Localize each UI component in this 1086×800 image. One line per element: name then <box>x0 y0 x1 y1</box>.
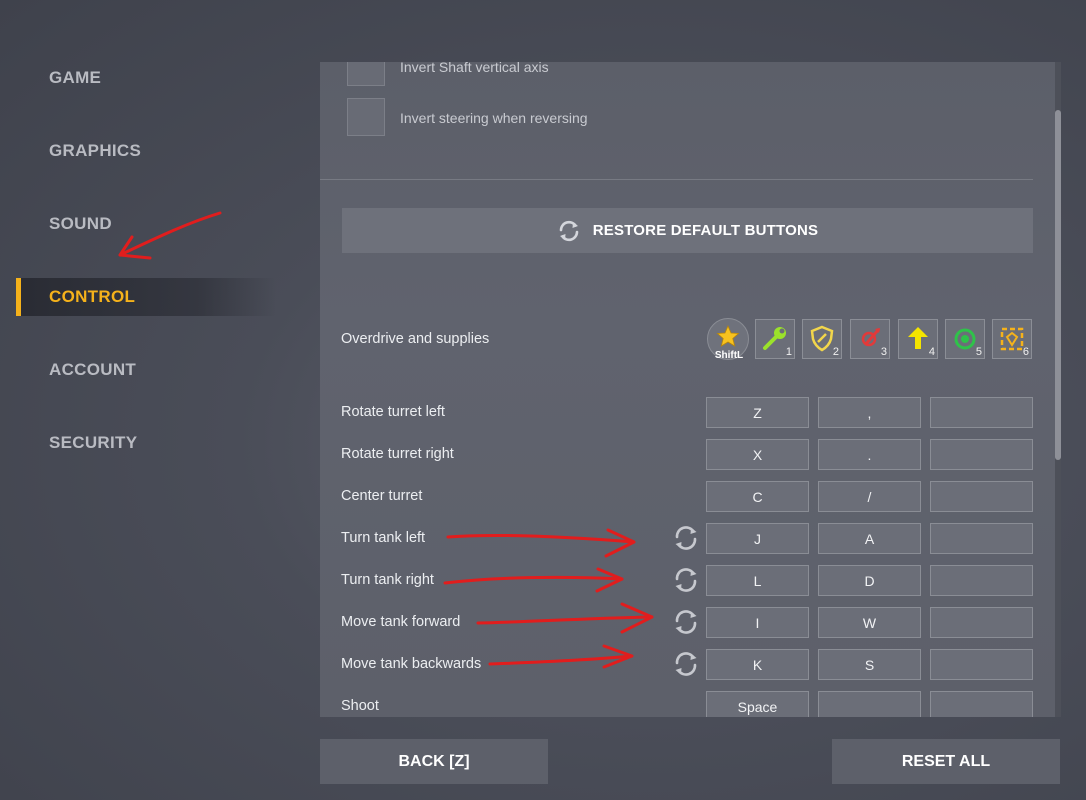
supply-key-1: 1 <box>785 346 792 358</box>
binding-label-rotate-turret-right: Rotate turret right <box>341 446 454 462</box>
key-slot-secondary[interactable]: W <box>818 607 921 638</box>
invert-steering-checkbox[interactable] <box>347 98 385 136</box>
speed-arrow-icon <box>908 327 928 349</box>
damage-icon <box>861 328 881 347</box>
key-slot-primary[interactable]: X <box>706 439 809 470</box>
restore-default-buttons-label: RESTORE DEFAULT BUTTONS <box>592 222 819 239</box>
key-slot-secondary[interactable]: A <box>818 523 921 554</box>
supply-key-4: 4 <box>928 346 935 358</box>
supply-slot-5[interactable]: 5 <box>945 319 985 359</box>
supply-slot-4[interactable]: 4 <box>898 319 938 359</box>
supply-key-3: 3 <box>880 346 887 358</box>
binding-label-move-tank-backwards: Move tank backwards <box>341 656 482 672</box>
key-slot-primary[interactable]: J <box>706 523 809 554</box>
key-slot-secondary[interactable] <box>818 691 921 717</box>
restore-default-buttons-button[interactable]: RESTORE DEFAULT BUTTONS <box>342 208 1033 253</box>
shield-icon <box>810 325 834 352</box>
sidebar-item-sound[interactable]: SOUND <box>16 205 276 243</box>
key-slot-secondary[interactable]: . <box>818 439 921 470</box>
sidebar-item-label: ACCOUNT <box>49 360 137 379</box>
binding-label-shoot: Shoot <box>341 698 379 714</box>
supply-key-5: 5 <box>975 346 982 358</box>
reset-all-button[interactable]: RESET ALL <box>832 739 1060 784</box>
key-slot-tertiary[interactable] <box>930 439 1033 470</box>
supply-slot-3[interactable]: 3 <box>850 319 890 359</box>
key-slot-primary[interactable]: C <box>706 481 809 512</box>
key-slot-tertiary[interactable] <box>930 565 1033 596</box>
sidebar-item-label: SECURITY <box>49 433 138 452</box>
binding-label-move-tank-forward: Move tank forward <box>341 614 461 630</box>
key-slot-tertiary[interactable] <box>930 649 1033 680</box>
overdrive-key-slot[interactable]: ShiftL <box>707 318 749 361</box>
sidebar-item-control[interactable]: CONTROL <box>16 278 276 316</box>
binding-label-turn-tank-left: Turn tank left <box>341 530 426 546</box>
key-slot-tertiary[interactable] <box>930 481 1033 512</box>
supplies-label: Overdrive and supplies <box>341 331 490 347</box>
control-settings-panel: Invert Shaft vertical axis Invert steeri… <box>320 62 1061 717</box>
reset-binding-icon[interactable] <box>672 566 700 594</box>
binding-label-turn-tank-right: Turn tank right <box>341 572 434 588</box>
reset-binding-icon[interactable] <box>672 524 700 552</box>
invert-steering-label: Invert steering when reversing <box>400 110 588 126</box>
key-slot-primary[interactable]: I <box>706 607 809 638</box>
section-divider <box>320 179 1033 180</box>
settings-sidebar: GAME GRAPHICS SOUND CONTROL ACCOUNT SECU… <box>0 0 300 800</box>
key-slot-tertiary[interactable] <box>930 523 1033 554</box>
key-slot-primary[interactable]: Z <box>706 397 809 428</box>
supply-key-2: 2 <box>832 346 839 358</box>
back-button-label: BACK [Z] <box>398 752 470 770</box>
sidebar-item-label: GRAPHICS <box>49 141 142 160</box>
back-button[interactable]: BACK [Z] <box>320 739 548 784</box>
reset-binding-icon[interactable] <box>672 608 700 636</box>
invert-shaft-checkbox[interactable] <box>347 62 385 86</box>
scrollbar-thumb[interactable] <box>1055 110 1061 460</box>
reset-binding-icon[interactable] <box>672 650 700 678</box>
overdrive-key-label: ShiftL <box>714 350 744 361</box>
supply-slot-2[interactable]: 2 <box>802 319 842 359</box>
sidebar-item-label: GAME <box>49 68 102 87</box>
supply-key-6: 6 <box>1022 346 1029 358</box>
key-slot-primary[interactable]: L <box>706 565 809 596</box>
sidebar-item-game[interactable]: GAME <box>16 59 276 97</box>
refresh-icon <box>557 219 581 243</box>
reset-all-button-label: RESET ALL <box>901 752 991 770</box>
sidebar-item-security[interactable]: SECURITY <box>16 424 276 462</box>
supply-slot-1[interactable]: 1 <box>755 319 795 359</box>
binding-label-rotate-turret-left: Rotate turret left <box>341 404 445 420</box>
key-slot-secondary[interactable]: / <box>818 481 921 512</box>
key-slot-primary[interactable]: K <box>706 649 809 680</box>
binding-label-center-turret: Center turret <box>341 488 423 504</box>
invert-shaft-label: Invert Shaft vertical axis <box>400 62 549 75</box>
wrench-icon <box>763 327 786 350</box>
star-icon <box>716 325 740 347</box>
sidebar-item-label: SOUND <box>49 214 112 233</box>
key-slot-secondary[interactable]: , <box>818 397 921 428</box>
sidebar-item-graphics[interactable]: GRAPHICS <box>16 132 276 170</box>
mine-icon <box>954 328 976 350</box>
key-slot-secondary[interactable]: S <box>818 649 921 680</box>
gold-box-icon <box>1000 327 1024 351</box>
key-slot-tertiary[interactable] <box>930 691 1033 717</box>
sidebar-item-label: CONTROL <box>49 287 136 306</box>
key-slot-tertiary[interactable] <box>930 397 1033 428</box>
supply-slot-6[interactable]: 6 <box>992 319 1032 359</box>
key-slot-secondary[interactable]: D <box>818 565 921 596</box>
sidebar-item-account[interactable]: ACCOUNT <box>16 351 276 389</box>
key-slot-tertiary[interactable] <box>930 607 1033 638</box>
key-slot-primary[interactable]: Space <box>706 691 809 717</box>
